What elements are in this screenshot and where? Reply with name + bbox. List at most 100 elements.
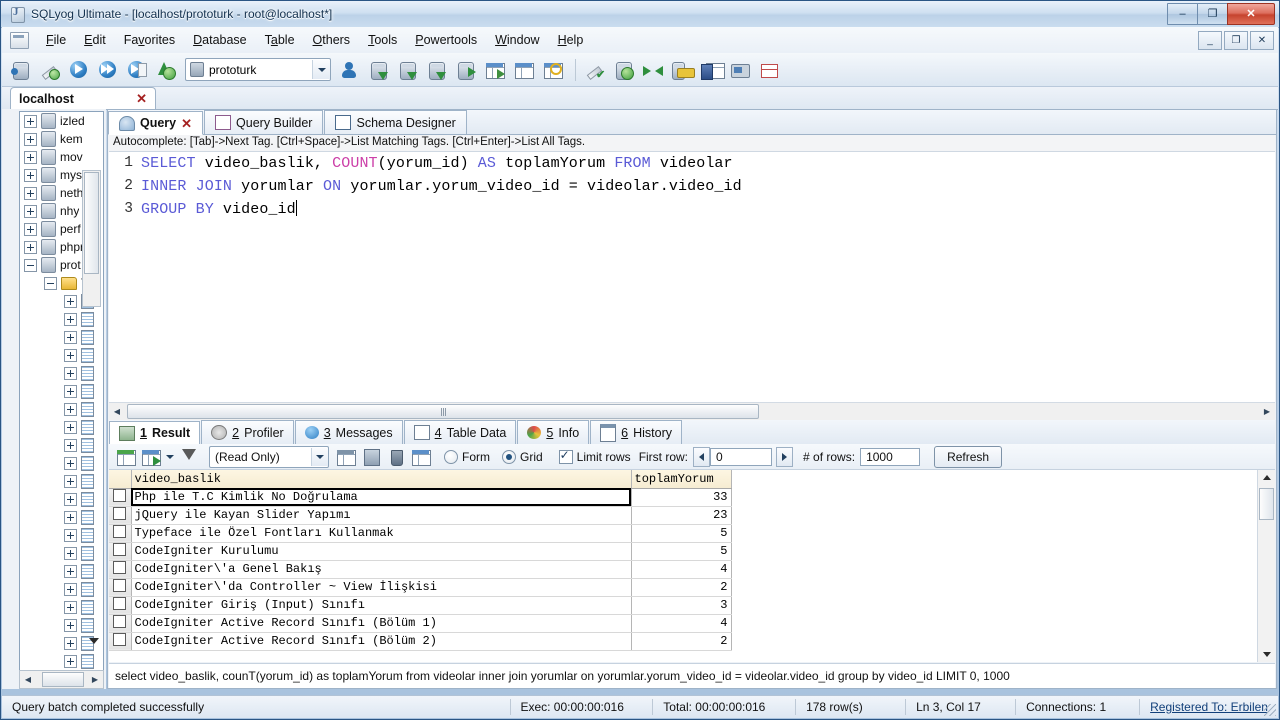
schema-compare-icon[interactable] — [756, 57, 782, 83]
menu-tools[interactable]: Tools — [359, 30, 406, 50]
expand-icon[interactable] — [64, 456, 77, 470]
mdi-close-button[interactable]: ✕ — [1250, 31, 1274, 50]
tab-messages[interactable]: 3 Messages — [294, 420, 403, 444]
close-button[interactable]: ✕ — [1227, 3, 1275, 25]
column-header-video-baslik[interactable]: video_baslik — [131, 470, 632, 489]
expand-icon[interactable] — [64, 312, 77, 326]
tree-item-table[interactable] — [20, 454, 103, 472]
tree-item-table[interactable] — [20, 472, 103, 490]
limit-rows-checkbox[interactable] — [558, 448, 573, 464]
maximize-button[interactable]: ❐ — [1197, 3, 1228, 25]
tree-item-table[interactable] — [20, 544, 103, 562]
tab-history[interactable]: 6 History — [590, 420, 683, 444]
delete-row-icon[interactable] — [385, 446, 407, 467]
row-checkbox[interactable] — [113, 596, 127, 610]
cell-video-baslik[interactable]: CodeIgniter Active Record Sınıfı (Bölüm … — [131, 632, 632, 651]
expand-icon[interactable] — [64, 600, 77, 614]
row-checkbox[interactable] — [113, 506, 127, 520]
num-rows-input[interactable]: 1000 — [860, 447, 921, 466]
tree-item-table[interactable] — [20, 346, 103, 364]
scheduled-backup-icon[interactable] — [669, 57, 695, 83]
row-checkbox[interactable] — [113, 488, 127, 502]
cell-toplam-yorum[interactable]: 23 — [631, 506, 732, 525]
row-checkbox[interactable] — [113, 542, 127, 556]
tab-query[interactable]: Query ✕ — [108, 111, 204, 135]
row-checkbox-cell[interactable] — [109, 506, 132, 525]
tree-scrollbar-thumb[interactable] — [84, 172, 99, 274]
edit-connection-icon[interactable] — [37, 57, 63, 83]
first-row-input[interactable]: 0 — [710, 447, 773, 466]
expand-icon[interactable] — [24, 132, 37, 146]
new-connection-icon[interactable] — [8, 57, 34, 83]
expand-icon[interactable] — [24, 222, 37, 236]
form-radio[interactable] — [444, 449, 458, 464]
tree-item-database[interactable]: mov — [20, 148, 103, 166]
first-row-next-button[interactable] — [776, 446, 794, 467]
table-row[interactable]: Typeface ile Özel Fontları Kullanmak 5 — [109, 524, 732, 543]
cell-video-baslik[interactable]: CodeIgniter Active Record Sınıfı (Bölüm … — [131, 614, 632, 633]
manage-indexes-icon[interactable] — [540, 57, 566, 83]
expand-icon[interactable] — [64, 402, 77, 416]
menu-window[interactable]: Window — [486, 30, 548, 50]
cell-video-baslik[interactable]: CodeIgniter\'a Genel Bakış — [131, 560, 632, 579]
expand-icon[interactable] — [64, 546, 77, 560]
export-database-icon[interactable] — [395, 57, 421, 83]
expand-icon[interactable] — [64, 294, 77, 308]
user-manager-icon[interactable] — [337, 57, 363, 83]
expand-icon[interactable] — [64, 654, 77, 668]
row-checkbox-cell[interactable] — [109, 578, 132, 597]
row-checkbox[interactable] — [113, 560, 127, 574]
expand-icon[interactable] — [64, 330, 77, 344]
cell-toplam-yorum[interactable]: 4 — [631, 614, 732, 633]
menu-help[interactable]: Help — [549, 30, 593, 50]
form-radio-group[interactable]: Form — [444, 449, 490, 464]
row-checkbox[interactable] — [113, 578, 127, 592]
menu-file[interactable]: File — [37, 30, 75, 50]
execute-all-queries-icon[interactable] — [95, 57, 121, 83]
query-builder-icon[interactable] — [153, 57, 179, 83]
connection-tab-localhost[interactable]: localhost ✕ — [10, 87, 156, 109]
menu-table[interactable]: Table — [256, 30, 304, 50]
row-checkbox[interactable] — [113, 524, 127, 538]
sql-code-area[interactable]: SELECT video_baslik, COUNT(yorum_id) AS … — [141, 152, 1275, 402]
cell-toplam-yorum[interactable]: 5 — [631, 542, 732, 561]
tree-item-table[interactable] — [20, 616, 103, 634]
cell-toplam-yorum[interactable]: 3 — [631, 596, 732, 615]
first-row-prev-button[interactable] — [693, 446, 711, 467]
collapse-icon[interactable] — [24, 258, 37, 272]
tree-item-table[interactable] — [20, 364, 103, 382]
tree-item-table[interactable] — [20, 328, 103, 346]
expand-icon[interactable] — [64, 636, 77, 650]
sql-editor[interactable]: 1 2 3 SELECT video_baslik, COUNT(yorum_i… — [109, 152, 1275, 402]
expand-icon[interactable] — [64, 618, 77, 632]
tree-item-table[interactable] — [20, 580, 103, 598]
expand-icon[interactable] — [64, 420, 77, 434]
minimize-button[interactable]: – — [1167, 3, 1198, 25]
expand-icon[interactable] — [64, 528, 77, 542]
tab-query-builder[interactable]: Query Builder — [204, 110, 324, 134]
grid-radio-group[interactable]: Grid — [502, 449, 543, 464]
row-checkbox[interactable] — [113, 614, 127, 628]
tree-item-database[interactable]: kem — [20, 130, 103, 148]
mdi-minimize-button[interactable]: _ — [1198, 31, 1222, 50]
table-row[interactable]: CodeIgniter Kurulumu 5 — [109, 542, 732, 561]
expand-icon[interactable] — [64, 438, 77, 452]
cell-toplam-yorum[interactable]: 2 — [631, 632, 732, 651]
table-row[interactable]: CodeIgniter Active Record Sınıfı (Bölüm … — [109, 632, 732, 651]
tree-scroll-down-icon[interactable] — [89, 638, 99, 644]
schema-designer-toolbar-icon[interactable] — [785, 57, 811, 83]
import-database-icon[interactable] — [424, 57, 450, 83]
tree-item-table[interactable] — [20, 436, 103, 454]
expand-icon[interactable] — [24, 114, 37, 128]
table-row[interactable]: Php ile T.C Kimlik No Doğrulama 33 — [109, 488, 732, 507]
refresh-data-icon[interactable] — [410, 446, 432, 467]
row-checkbox-cell[interactable] — [109, 614, 132, 633]
menu-favorites[interactable]: Favorites — [115, 30, 184, 50]
row-checkbox-cell[interactable] — [109, 542, 132, 561]
menu-database[interactable]: Database — [184, 30, 256, 50]
table-row[interactable]: CodeIgniter Active Record Sınıfı (Bölüm … — [109, 614, 732, 633]
grid-scrollbar-thumb[interactable] — [1259, 488, 1274, 520]
export-results-icon[interactable] — [140, 446, 162, 467]
restore-database-icon[interactable] — [453, 57, 479, 83]
editor-scroll-left-icon[interactable]: ◀ — [109, 407, 125, 416]
